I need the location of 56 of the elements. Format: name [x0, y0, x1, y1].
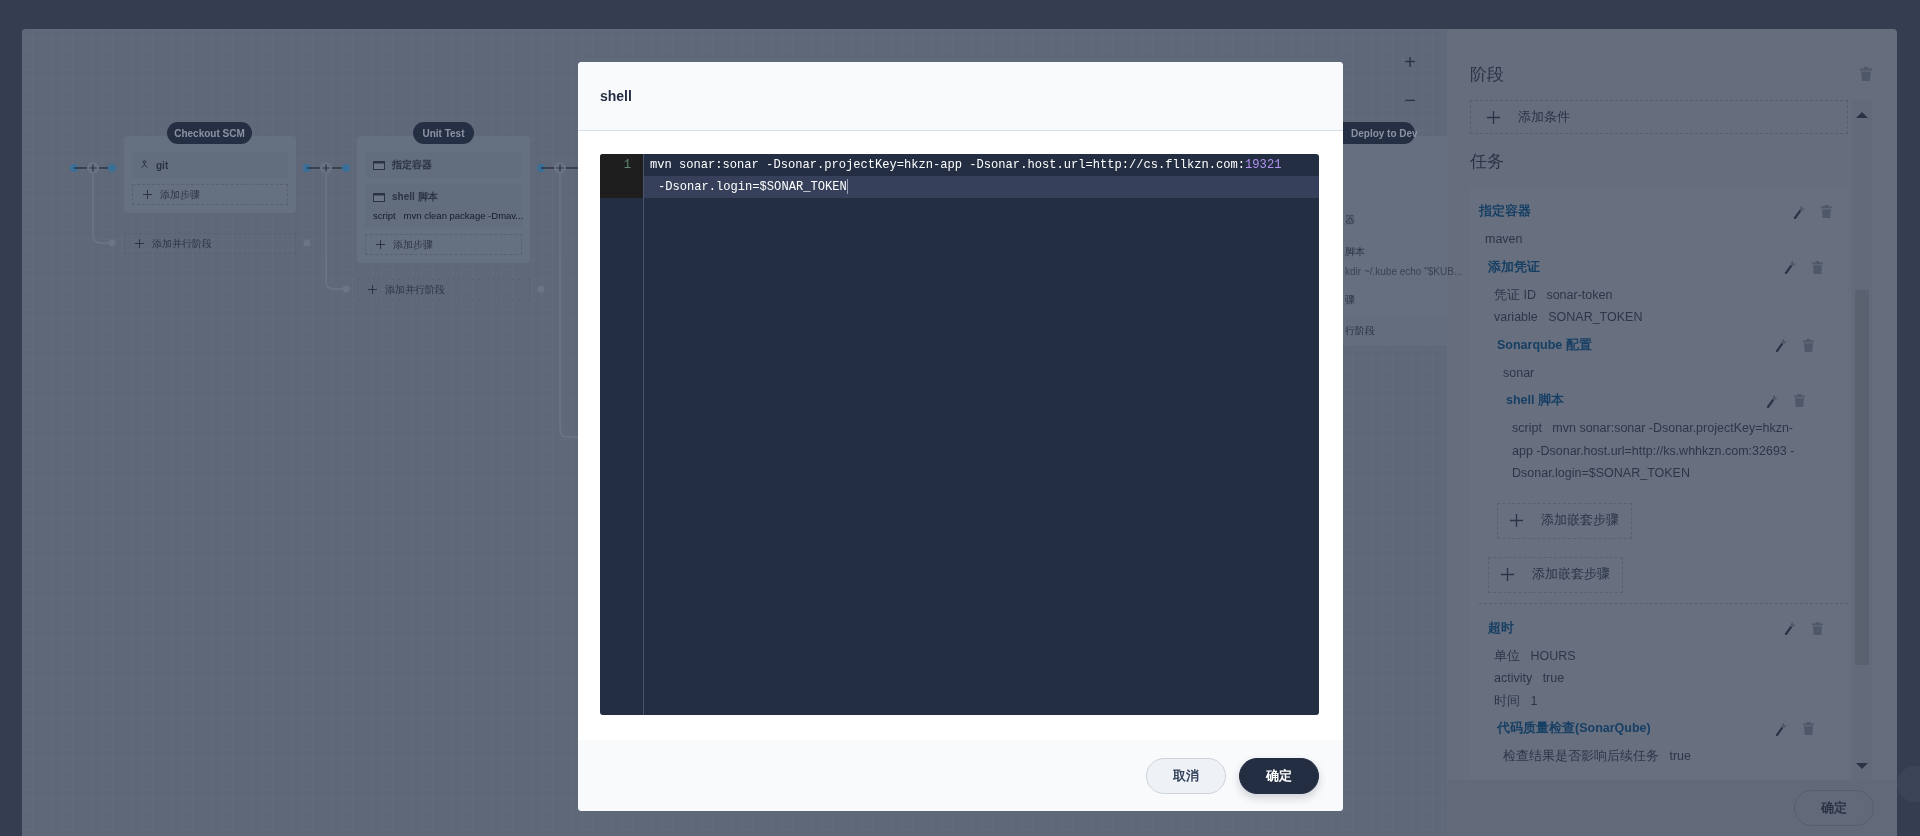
task-title[interactable]: 添加凭证 — [1488, 258, 1784, 276]
plus-icon[interactable] — [320, 162, 332, 174]
cancel-button[interactable]: 取消 — [1146, 757, 1226, 794]
wrench-icon[interactable] — [1775, 338, 1787, 352]
wrench-icon[interactable] — [1793, 204, 1805, 219]
plus-icon — [1487, 110, 1500, 124]
wrench-icon[interactable] — [1766, 393, 1778, 408]
plus-icon[interactable] — [554, 162, 566, 174]
wrench-icon[interactable] — [1784, 260, 1796, 274]
task-title[interactable]: 指定容器 — [1479, 203, 1793, 220]
trash-icon[interactable] — [1803, 722, 1814, 735]
trash-icon[interactable] — [1812, 260, 1823, 274]
wrench-icon[interactable] — [1775, 721, 1787, 736]
step-script: script mvn clean package -Dmav... — [373, 210, 524, 222]
plus-icon — [1510, 514, 1523, 527]
wrench-icon[interactable] — [1784, 621, 1796, 635]
trash-icon[interactable] — [1803, 338, 1814, 352]
step-title: shell 脚本 — [392, 190, 438, 204]
step-title: 指定容器 — [392, 158, 432, 172]
zoom-in-button[interactable]: + — [1400, 52, 1420, 72]
task-title[interactable]: Sonarqube 配置 — [1497, 336, 1775, 354]
task-field: activity true — [1494, 667, 1827, 690]
zoom-out-button[interactable]: − — [1400, 90, 1420, 110]
plus-icon — [135, 239, 144, 248]
trash-icon[interactable] — [1821, 205, 1832, 218]
confirm-button[interactable]: 确定 — [1239, 757, 1319, 794]
task-title[interactable]: 代码质量检查(SonarQube) — [1497, 720, 1775, 737]
task-field: variable SONAR_TOKEN — [1494, 306, 1827, 329]
terminal-icon — [373, 192, 385, 202]
task-field: 单位 HOURS — [1494, 644, 1827, 667]
stage-name[interactable]: Unit Test — [413, 122, 474, 144]
task-field: sonar — [1503, 361, 1818, 384]
plus-icon — [368, 285, 377, 294]
branch-icon — [140, 160, 149, 170]
task-title[interactable]: shell 脚本 — [1506, 392, 1766, 409]
plus-icon — [143, 190, 152, 199]
task-title[interactable]: 超时 — [1488, 619, 1784, 637]
step-title: git — [156, 159, 169, 171]
task-field: maven — [1485, 228, 1836, 251]
trash-icon[interactable] — [1812, 621, 1823, 635]
plus-icon — [1501, 568, 1514, 581]
terminal-icon — [373, 160, 385, 170]
line-number: 1 — [622, 157, 632, 174]
code-editor[interactable]: 1 mvn sonar:sonar -Dsonar.projectKey=hkzn-app -Dsonar.host.url=http://cs.fllkzn.com:19321 -Dsonar.login=$SONAR_TOKEN — [600, 154, 1319, 715]
plus-icon[interactable] — [87, 162, 99, 174]
section-heading: 任务 — [1470, 151, 1505, 173]
task-field: 时间 1 — [1494, 689, 1827, 712]
task-field: script mvn sonar:sonar -Dsonar.projectKey=hkzn-app -Dsonar.host.url=http://ks.whhkzn.com:32693 -Dsonar.login=$SONAR_TOKEN — [1512, 417, 1809, 485]
trash-icon[interactable] — [1794, 394, 1805, 407]
modal-title: shell — [600, 88, 632, 104]
scroll-up-icon[interactable] — [1855, 111, 1869, 119]
scroll-down-icon[interactable] — [1855, 762, 1869, 770]
plus-icon — [376, 240, 385, 249]
task-field: 凭证 ID sonar-token — [1494, 283, 1827, 306]
section-heading: 阶段 — [1470, 63, 1504, 86]
stage-name[interactable]: Checkout SCM — [167, 122, 252, 144]
